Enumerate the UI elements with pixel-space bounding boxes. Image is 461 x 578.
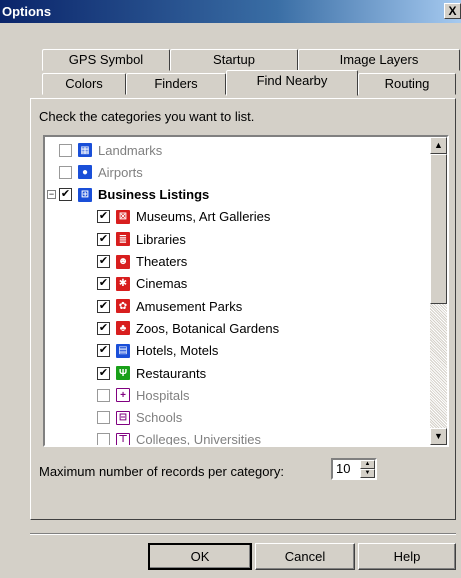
tab-find-nearby[interactable]: Find Nearby <box>226 70 358 96</box>
landmark-icon: ▦ <box>78 143 92 157</box>
cinema-icon: ✱ <box>116 276 130 291</box>
tree-item[interactable]: − ✔ ⊞ Business Listings <box>47 184 209 206</box>
help-button[interactable]: Help <box>358 543 456 570</box>
tree-scrollbar[interactable]: ▲ ▼ <box>430 137 447 445</box>
tab-finders[interactable]: Finders <box>126 73 226 95</box>
scroll-thumb[interactable] <box>430 154 447 304</box>
instruction-text: Check the categories you want to list. <box>39 109 255 124</box>
find-nearby-panel: Check the categories you want to list. ▲… <box>30 98 456 520</box>
college-icon: ⊤ <box>116 432 130 445</box>
category-checkbox[interactable]: ✔ <box>97 321 110 335</box>
category-label: Business Listings <box>98 187 210 203</box>
library-icon: ≣ <box>116 232 130 247</box>
tree-item[interactable]: ✔ ♣ Zoos, Botanical Gardens <box>97 317 279 339</box>
hospital-icon: + <box>116 388 130 403</box>
category-checkbox[interactable] <box>97 388 110 402</box>
separator <box>30 533 456 535</box>
tab-gps-symbol[interactable]: GPS Symbol <box>42 49 170 71</box>
category-checkbox[interactable] <box>97 411 110 425</box>
hotel-icon: ▤ <box>116 343 130 358</box>
max-records-label: Maximum number of records per category: <box>39 464 284 479</box>
options-dialog: GPS Symbol Startup Image Layers Colors F… <box>0 23 461 578</box>
max-records-value[interactable]: 10 <box>336 461 350 476</box>
theater-icon: ☻ <box>116 254 130 269</box>
scroll-up-button[interactable]: ▲ <box>430 137 447 154</box>
category-label: Zoos, Botanical Gardens <box>136 320 280 336</box>
arrow-down-icon: ▼ <box>364 470 371 476</box>
tree-item[interactable]: ▦ Landmarks <box>59 139 162 161</box>
category-checkbox[interactable] <box>59 165 72 179</box>
close-button[interactable]: X <box>444 3 461 19</box>
category-label: Hospitals <box>136 387 190 403</box>
restaurant-icon: Ψ <box>116 366 130 380</box>
tree-item[interactable]: ✔ ☻ Theaters <box>97 251 187 273</box>
tree-item[interactable]: ✔ ⊠ Museums, Art Galleries <box>97 206 270 228</box>
category-checkbox[interactable]: ✔ <box>97 277 110 291</box>
close-icon: X <box>448 4 457 18</box>
tab-image-layers[interactable]: Image Layers <box>298 49 460 71</box>
title-bar: Options X <box>0 0 461 23</box>
category-checkbox[interactable]: ✔ <box>97 299 110 313</box>
spin-down-button[interactable]: ▼ <box>360 469 375 478</box>
cancel-button[interactable]: Cancel <box>255 543 355 570</box>
category-checkbox[interactable] <box>97 433 110 445</box>
category-checkbox[interactable]: ✔ <box>97 232 110 246</box>
tree-item[interactable]: ✔ ✱ Cinemas <box>97 273 187 295</box>
category-checkbox[interactable]: ✔ <box>59 188 72 202</box>
tab-colors[interactable]: Colors <box>42 73 126 95</box>
category-label: Schools <box>136 410 183 426</box>
tab-startup[interactable]: Startup <box>170 49 298 71</box>
tree-item[interactable]: ✔ ✿ Amusement Parks <box>97 295 242 317</box>
arrow-down-icon: ▼ <box>434 431 443 441</box>
business-icon: ⊞ <box>78 187 92 202</box>
tab-routing[interactable]: Routing <box>358 73 456 95</box>
category-label: Museums, Art Galleries <box>136 209 271 225</box>
category-checkbox[interactable]: ✔ <box>97 210 110 224</box>
category-label: Libraries <box>136 231 186 247</box>
collapse-icon[interactable]: − <box>47 190 56 200</box>
category-tree[interactable]: ▲ ▼ ▦ Landmarks ● Airports − ✔ ⊞ Business Listi… <box>43 135 449 447</box>
category-label: Theaters <box>136 254 188 269</box>
category-checkbox[interactable]: ✔ <box>97 344 110 358</box>
arrow-up-icon: ▲ <box>364 461 371 467</box>
category-checkbox[interactable] <box>59 143 72 157</box>
arrow-up-icon: ▲ <box>434 140 443 150</box>
scroll-down-button[interactable]: ▼ <box>430 428 447 445</box>
tree-item[interactable]: ⊤ Colleges, Universities <box>97 429 261 447</box>
category-label: Landmarks <box>98 142 163 158</box>
museum-icon: ⊠ <box>116 209 130 224</box>
category-label: Colleges, Universities <box>136 432 261 447</box>
zoo-icon: ♣ <box>116 321 130 336</box>
category-label: Cinemas <box>136 276 188 292</box>
school-icon: ⊟ <box>116 410 130 425</box>
max-records-spinner[interactable]: 10 ▲ ▼ <box>331 458 377 480</box>
category-label: Amusement Parks <box>136 298 243 314</box>
tree-item[interactable]: ✔ ▤ Hotels, Motels <box>97 340 218 362</box>
tree-item[interactable]: ✔ Ψ Restaurants <box>97 362 206 384</box>
category-label: Hotels, Motels <box>136 343 219 359</box>
category-label: Restaurants <box>136 365 207 381</box>
window-title: Options <box>2 4 52 19</box>
category-checkbox[interactable]: ✔ <box>97 255 110 268</box>
spin-up-button[interactable]: ▲ <box>360 460 375 469</box>
category-checkbox[interactable]: ✔ <box>97 366 110 380</box>
ok-button[interactable]: OK <box>148 543 252 570</box>
category-label: Airports <box>98 164 143 180</box>
tree-item[interactable]: + Hospitals <box>97 384 189 406</box>
airport-icon: ● <box>78 165 92 180</box>
tree-item[interactable]: ● Airports <box>59 161 143 183</box>
amusement-icon: ✿ <box>116 299 130 314</box>
tree-item[interactable]: ✔ ≣ Libraries <box>97 228 186 250</box>
tree-item[interactable]: ⊟ Schools <box>97 407 182 429</box>
